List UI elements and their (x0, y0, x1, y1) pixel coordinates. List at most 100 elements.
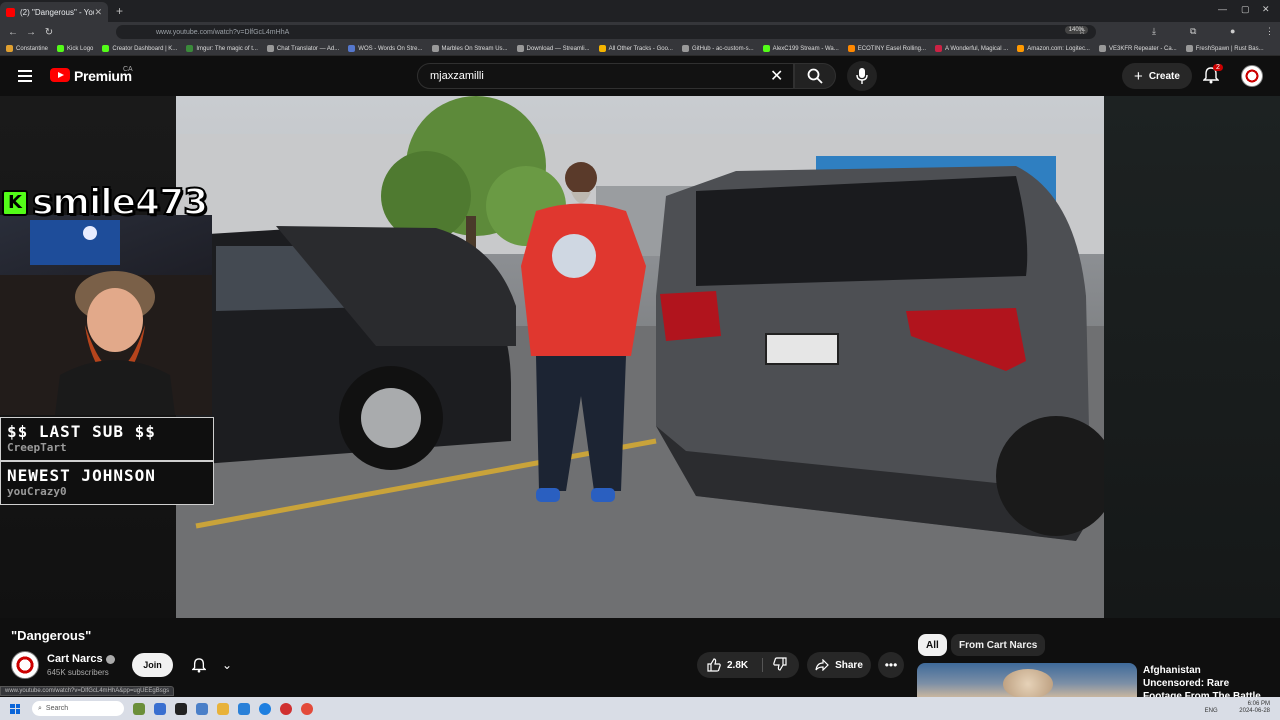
clear-search-icon[interactable]: ✕ (770, 66, 783, 86)
bookmark-item[interactable]: Download — Streamli... (516, 45, 590, 52)
search-icon: ⌕ (38, 704, 42, 712)
close-tab-icon[interactable]: ✕ (94, 7, 102, 18)
link-status-url: www.youtube.com/watch?v=DlfGcL4mHhA&pp=u… (0, 686, 175, 696)
bookmark-item[interactable]: GitHub - ac-custom-s... (681, 45, 754, 52)
bookmark-favicon-icon (516, 45, 524, 52)
video-frame-image (176, 96, 1104, 618)
player-backdrop-right (1104, 96, 1280, 618)
windows-start-icon[interactable] (10, 703, 20, 714)
bookmark-item[interactable]: VE3KFR Repeater - Ca... (1098, 45, 1177, 52)
channel-avatar[interactable] (11, 651, 39, 679)
new-tab-button[interactable]: + (116, 4, 123, 18)
bookmark-favicon-icon (431, 45, 439, 52)
address-bar[interactable]: www.youtube.com/watch?v=DlfGcL4mHhA 140% (116, 25, 1096, 39)
subscriber-count: 645K subscribers (47, 668, 109, 677)
close-window-icon[interactable]: ✕ (1262, 4, 1270, 15)
bookmark-item[interactable]: WOS - Words On Stre... (348, 45, 423, 52)
bookmark-item[interactable]: Kick Logo (57, 45, 93, 52)
bookmark-favicon-icon (6, 45, 13, 52)
kick-logo-icon: K (2, 189, 28, 216)
bookmark-item[interactable]: All Other Tracks - Goo... (598, 45, 673, 52)
search-value: mjaxzamilli (430, 70, 484, 82)
download-icon[interactable]: ⤓ (1152, 26, 1156, 37)
forward-icon[interactable]: → (22, 27, 40, 38)
extensions-icon[interactable]: ⧉ (1190, 26, 1196, 37)
bookmark-favicon-icon (266, 45, 274, 52)
youtube-logo-icon[interactable] (50, 68, 70, 82)
account-avatar[interactable] (1241, 65, 1263, 87)
bookmark-star-icon[interactable]: ☆ (1078, 26, 1086, 37)
last-sub-heading: $$ LAST SUB $$ (7, 422, 156, 441)
bookmark-favicon-icon (935, 45, 943, 52)
taskbar-app-icon[interactable] (175, 702, 187, 715)
share-button[interactable]: Share (807, 652, 871, 678)
recommended-thumbnail[interactable] (917, 663, 1137, 697)
like-button[interactable]: 2.8K (697, 658, 763, 672)
bookmark-item[interactable]: FreshSpawn | Rust Bas... (1185, 45, 1264, 52)
minimize-icon[interactable]: — (1218, 4, 1227, 14)
voice-search-button[interactable] (847, 61, 877, 91)
bookmark-item[interactable]: Imgur: The magic of t... (186, 45, 258, 52)
clock-time: 6:06 PM (1247, 701, 1270, 707)
input-language: ENG (1204, 708, 1218, 714)
create-button[interactable]: + Create (1122, 63, 1192, 89)
taskbar-app-icon[interactable] (154, 702, 166, 715)
taskbar-app-icon[interactable] (280, 702, 292, 715)
plus-icon: + (1134, 67, 1143, 85)
notification-count-badge: 2 (1213, 64, 1223, 71)
taskbar-search[interactable]: ⌕ Search (32, 701, 124, 716)
thumbs-down-icon (773, 656, 787, 671)
chevron-down-icon: ⌄ (221, 658, 233, 672)
more-actions-button[interactable]: ••• (878, 652, 904, 678)
search-input[interactable]: mjaxzamilli (417, 63, 794, 89)
bookmark-item[interactable]: Creator Dashboard | K... (102, 45, 177, 52)
bookmark-item[interactable]: A Wonderful, Magical ... (935, 45, 1008, 52)
address-url: www.youtube.com/watch?v=DlfGcL4mHhA (156, 28, 290, 36)
bell-icon (191, 657, 206, 672)
system-tray[interactable]: ENG 6:06 PM 2024-06-28 (1205, 701, 1270, 715)
join-button[interactable]: Join (132, 653, 173, 677)
region-code: CA (123, 66, 133, 73)
share-icon (815, 659, 829, 671)
browser-tab-active[interactable]: (2) "Dangerous" - YouTube ✕ (0, 2, 108, 22)
reload-icon[interactable]: ↻ (40, 27, 58, 38)
youtube-favicon-icon (6, 7, 15, 17)
last-sub-name: CreepTart (7, 441, 67, 454)
file-explorer-icon[interactable] (217, 702, 229, 715)
bookmark-item[interactable]: ECOTINY Easel Rolling... (847, 45, 926, 52)
bookmark-favicon-icon (57, 45, 65, 52)
dislike-button[interactable] (763, 656, 787, 674)
taskbar-app-icon[interactable] (238, 702, 250, 715)
browser-tab-strip: (2) "Dangerous" - YouTube ✕ + — ▢ ✕ (0, 0, 1280, 22)
chrome-icon[interactable] (301, 702, 313, 715)
bookmark-item[interactable]: Chat Translator — Ad... (266, 45, 339, 52)
bookmark-favicon-icon (598, 45, 606, 52)
bookmark-favicon-icon (186, 45, 194, 52)
taskbar-app-icon[interactable] (196, 702, 208, 715)
profile-icon[interactable]: ● (1230, 26, 1235, 36)
video-frame[interactable] (176, 96, 1104, 618)
taskbar-app-icon[interactable] (259, 702, 271, 715)
bookmarks-bar: Constantine Kick Logo Creator Dashboard | … (0, 42, 1280, 56)
bookmark-item[interactable]: Amazon.com: Logitec... (1017, 45, 1090, 52)
search-icon (807, 68, 823, 84)
search-button[interactable] (794, 63, 836, 89)
more-horizontal-icon: ••• (884, 658, 898, 672)
back-icon[interactable]: ← (4, 27, 22, 38)
taskbar-app-icon[interactable] (133, 702, 145, 715)
clock-date: 2024-06-28 (1239, 708, 1270, 714)
menu-icon[interactable] (18, 70, 32, 82)
bookmark-favicon-icon (348, 45, 356, 52)
chip-from-channel[interactable]: From Cart Narcs (951, 634, 1046, 656)
bookmark-item[interactable]: Marbles On Stream Us... (431, 45, 508, 52)
bookmark-item[interactable]: AlexC199 Stream - Wa... (762, 45, 839, 52)
maximize-icon[interactable]: ▢ (1241, 4, 1250, 15)
subscription-bell-button[interactable]: ⌄ (184, 653, 240, 677)
bookmark-favicon-icon (1017, 45, 1025, 52)
bookmark-item[interactable]: Constantine (6, 45, 48, 52)
browser-menu-icon[interactable]: ⋮ (1265, 26, 1274, 37)
chip-all[interactable]: All (918, 634, 947, 656)
windows-taskbar: ⌕ Search ENG 6:06 PM 2024-06-28 (0, 697, 1280, 720)
channel-name[interactable]: Cart Narcs (47, 653, 115, 665)
like-dislike-bar: 2.8K (697, 652, 799, 678)
